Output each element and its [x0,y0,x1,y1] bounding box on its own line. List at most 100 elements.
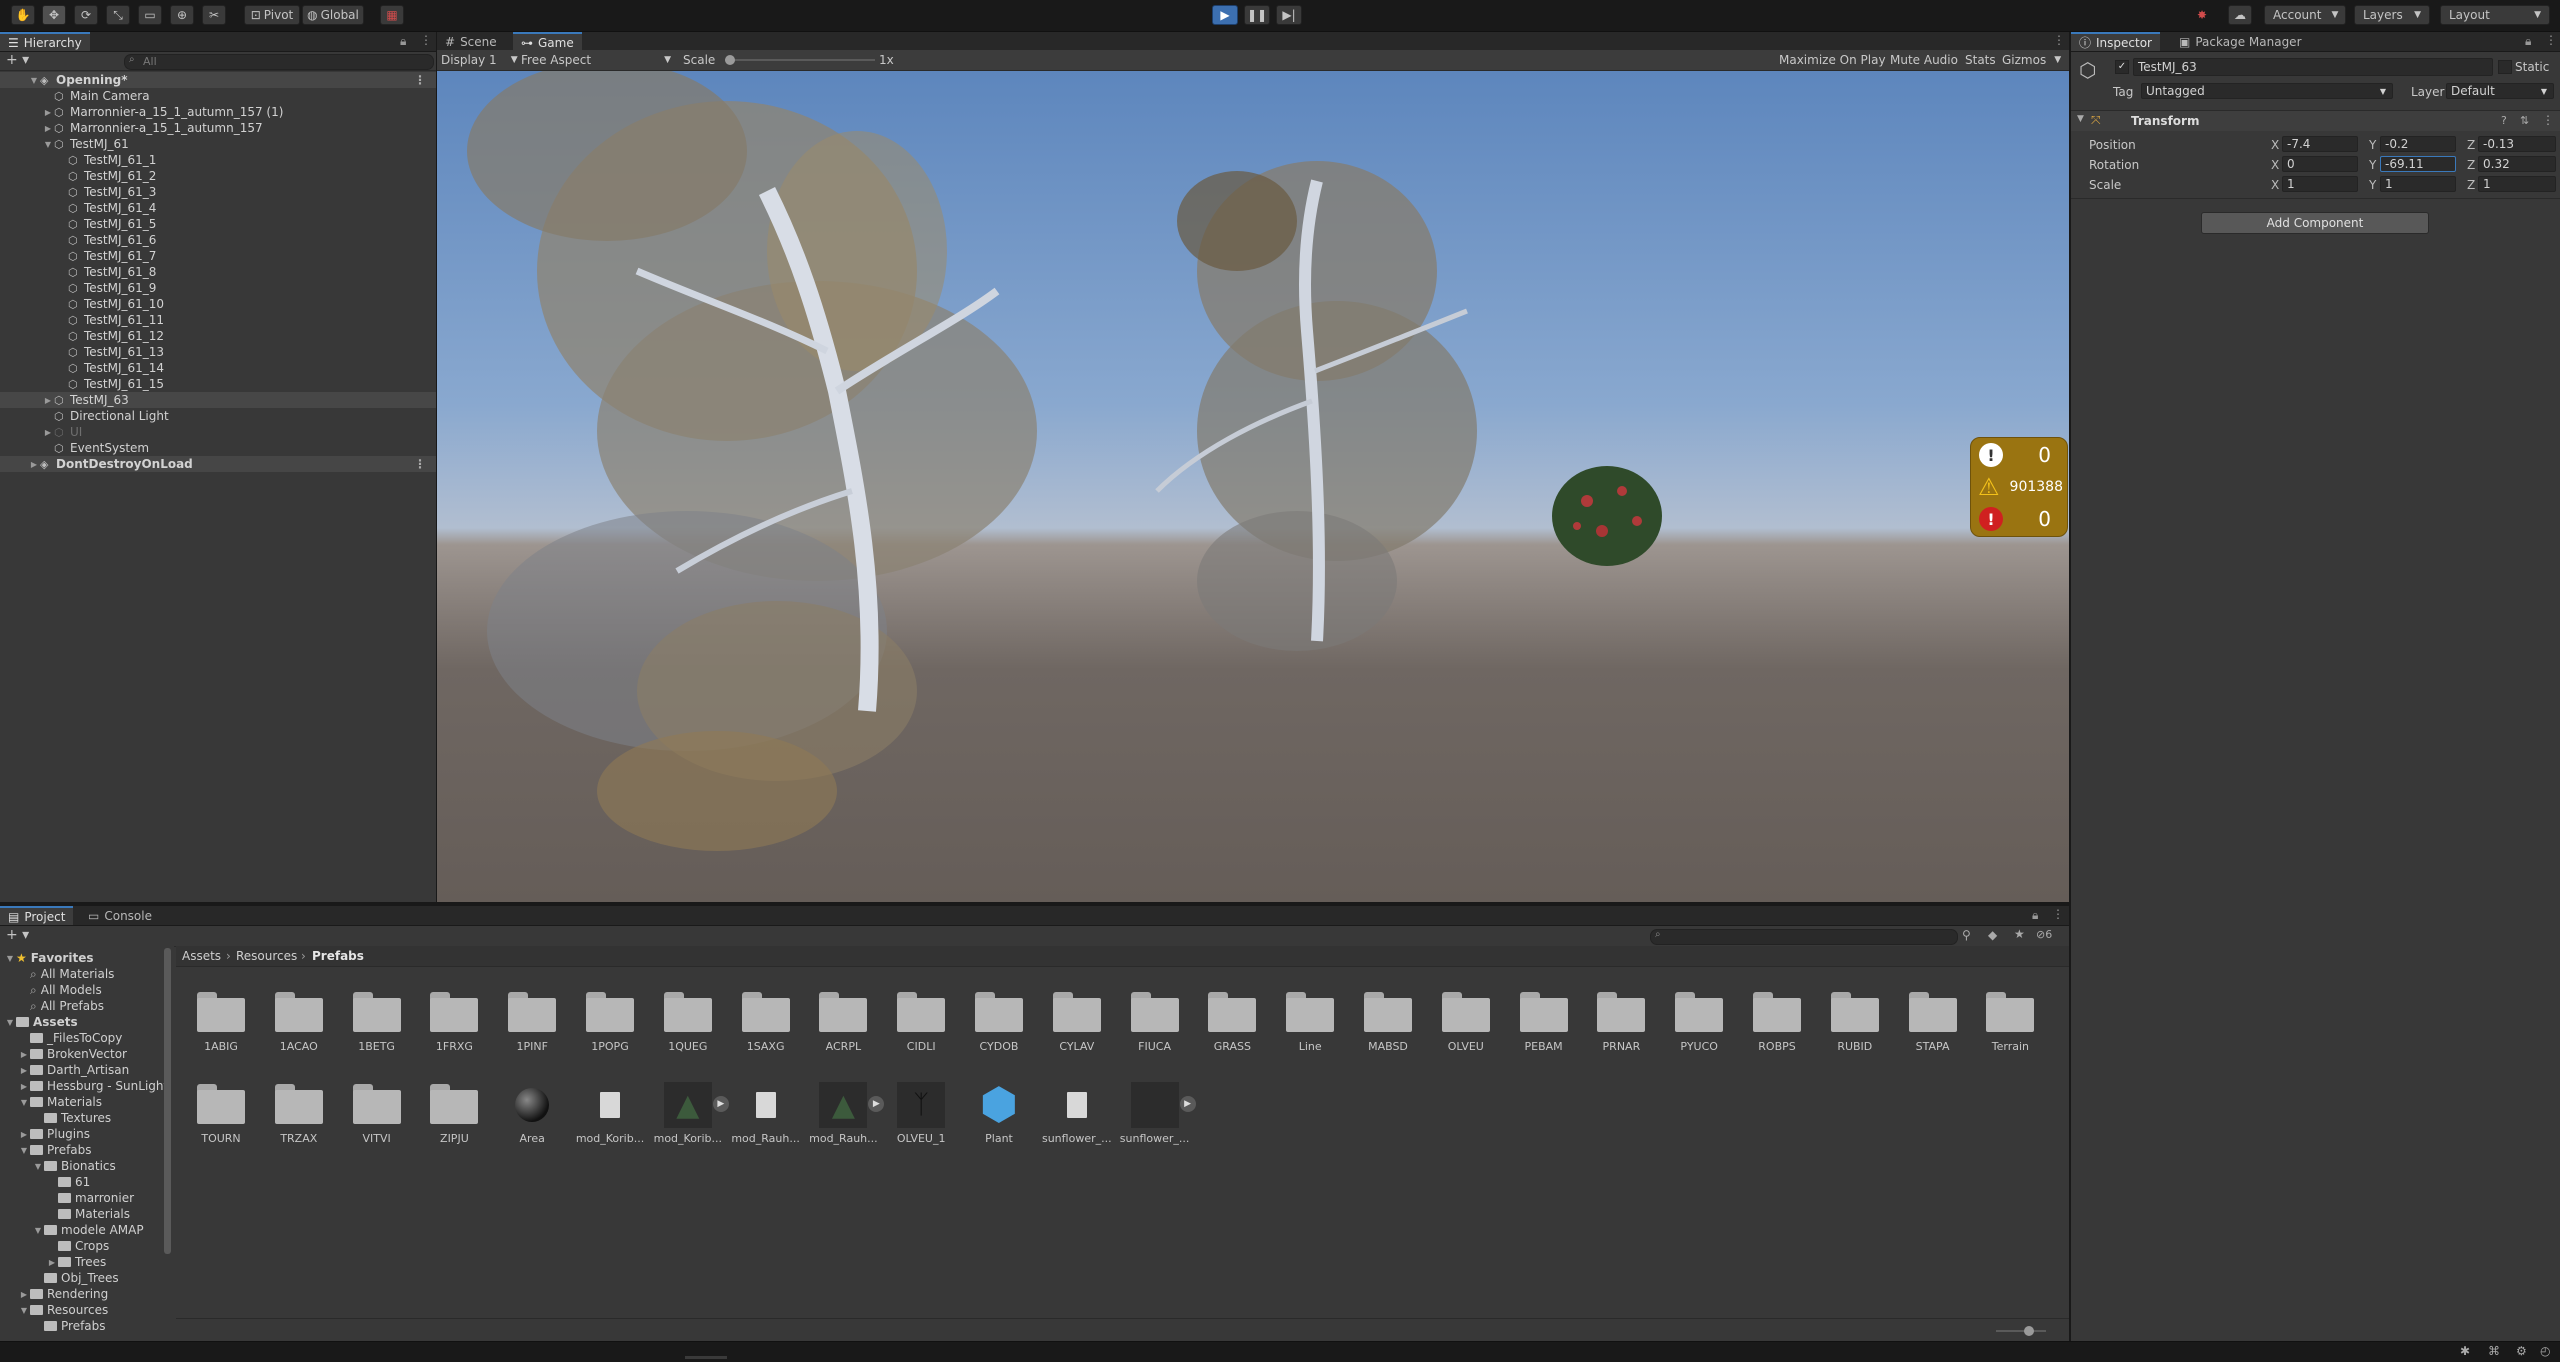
asset-folder[interactable]: ROBPS [1742,984,1812,1064]
preset-icon[interactable]: ⇅ [2520,114,2529,127]
lock-icon[interactable]: 🔒︎ [2032,908,2038,923]
step-button[interactable]: ▶| [1276,5,1302,25]
kebab-menu-icon[interactable]: ⋮ [2545,33,2557,47]
fold-down-icon[interactable]: ▼ [18,1098,30,1107]
project-tree-item[interactable]: Textures [32,1110,111,1126]
project-tree-item[interactable]: ▼ Materials [18,1094,102,1110]
project-tree-item[interactable]: ▶ BrokenVector [18,1046,127,1062]
tab-project[interactable]: ▤ Project [0,906,74,925]
asset-folder[interactable]: 1FRXG [419,984,489,1064]
scale-slider-thumb[interactable] [725,55,735,65]
hierarchy-item[interactable]: ⬡ TestMJ_61_10 [0,296,436,312]
asset-folder[interactable]: MABSD [1353,984,1423,1064]
grid-snap-icon[interactable]: ▦ [380,5,404,25]
asset-folder[interactable]: GRASS [1197,984,1267,1064]
stats-toggle[interactable]: Stats [1965,50,1996,70]
rotation-y-field[interactable]: -69.11 [2380,156,2456,172]
hidden-packages-icon[interactable]: ⊘6 [2036,928,2052,941]
play-button[interactable]: ▶ [1212,5,1238,25]
hierarchy-item[interactable]: ⬡ TestMJ_61_7 [0,248,436,264]
asset-item[interactable]: mod_Rauh... [731,1076,801,1156]
favorite-star-icon[interactable]: ★ [2014,927,2025,941]
expand-play-icon[interactable]: ▶ [1179,1096,1196,1112]
kebab-menu-icon[interactable]: ⋮ [2053,33,2065,47]
static-checkbox[interactable] [2498,60,2512,74]
hierarchy-item[interactable]: ⬡ TestMJ_61_11 [0,312,436,328]
transform-tool-icon[interactable]: ⊕ [170,5,194,25]
hierarchy-item[interactable]: ⬡ TestMJ_61_5 [0,216,436,232]
project-tree-item[interactable]: ▶ Darth_Artisan [18,1062,129,1078]
game-viewport[interactable] [437,71,2069,902]
tab-game[interactable]: ⊶ Game [513,32,582,51]
asset-item[interactable]: ▲ ▶ mod_Rauh... [808,1076,885,1156]
fold-right-icon[interactable]: ▶ [18,1066,30,1075]
project-tree-item[interactable]: 61 [46,1174,90,1190]
position-x-field[interactable]: -7.4 [2282,136,2358,152]
asset-folder[interactable]: CYDOB [964,984,1034,1064]
rect-tool-icon[interactable]: ▭ [138,5,162,25]
icon-size-slider[interactable] [1996,1326,2046,1336]
fold-right-icon[interactable]: ▶ [28,460,40,469]
hand-tool-icon[interactable]: ✋ [11,5,35,25]
hierarchy-item[interactable]: ⬡ EventSystem [0,440,436,456]
fold-right-icon[interactable]: ▶ [42,124,54,133]
project-tree-item[interactable]: _FilesToCopy [18,1030,122,1046]
hierarchy-item[interactable]: ⬡ TestMJ_61_2 [0,168,436,184]
rotate-tool-icon[interactable]: ⟳ [74,5,98,25]
asset-item[interactable]: ▶ sunflower_... [1120,1076,1196,1156]
debug-icon[interactable]: ✱ [2460,1344,2470,1358]
pause-button[interactable]: ❚❚ [1244,5,1270,25]
custom-tool-icon[interactable]: ✂ [202,5,226,25]
label-icon[interactable]: ◆ [1988,928,1997,942]
asset-folder[interactable]: 1BETG [342,984,412,1064]
project-tree-item[interactable]: ▼ modele AMAP [32,1222,144,1238]
tab-console[interactable]: ▭ Console [80,906,160,925]
project-tree-item[interactable]: ▶ Trees [46,1254,106,1270]
project-tree-item[interactable]: ▼ ★ Favorites [4,950,94,966]
move-tool-icon[interactable]: ✥ [42,5,66,25]
position-y-field[interactable]: -0.2 [2380,136,2456,152]
project-tree-item[interactable]: ⌕ All Models [18,982,102,998]
fold-down-icon[interactable]: ▼ [32,1226,44,1235]
asset-folder[interactable]: 1ABIG [186,984,256,1064]
project-tree-item[interactable]: Materials [46,1206,130,1222]
asset-folder[interactable]: RUBID [1820,984,1890,1064]
asset-folder[interactable]: ZIPJU [419,1076,489,1156]
asset-folder[interactable]: 1SAXG [731,984,801,1064]
add-icon[interactable]: + ▾ [6,927,29,943]
fold-right-icon[interactable]: ▶ [46,1258,58,1267]
hierarchy-item[interactable]: ⬡ TestMJ_61_6 [0,232,436,248]
pivot-toggle[interactable]: ⊡ Pivot [244,5,300,25]
active-checkbox[interactable]: ✓ [2115,60,2129,74]
asset-folder[interactable]: ACRPL [808,984,878,1064]
asset-folder[interactable]: FIUCA [1120,984,1190,1064]
fold-right-icon[interactable]: ▶ [18,1050,30,1059]
gizmos-dropdown[interactable]: Gizmos ▼ [2002,50,2061,70]
hierarchy-item[interactable]: ▶ ⬡ Marronnier-a_15_1_autumn_157 [0,120,436,136]
console-counter-overlay[interactable]: ! 0 ⚠ 901388 ! 0 [1970,437,2068,537]
project-tree-item[interactable]: Prefabs [32,1318,106,1334]
asset-folder[interactable]: 1POPG [575,984,645,1064]
asset-folder[interactable]: PYUCO [1664,984,1734,1064]
tree-scrollbar[interactable] [164,948,171,1254]
hierarchy-item[interactable]: ▼ ⬡ TestMJ_61 [0,136,436,152]
kebab-menu-icon[interactable]: ⋮ [414,73,426,87]
hierarchy-item[interactable]: ⬡ Directional Light [0,408,436,424]
hierarchy-item[interactable]: ⬡ TestMJ_61_14 [0,360,436,376]
breadcrumb-resources[interactable]: Resources [236,949,297,963]
project-tree-item[interactable]: ▼ Assets [4,1014,78,1030]
fold-right-icon[interactable]: ▶ [18,1290,30,1299]
asset-folder[interactable]: PRNAR [1586,984,1656,1064]
hierarchy-item[interactable]: ⬡ TestMJ_61_12 [0,328,436,344]
auto-generate-lighting-icon[interactable]: ⚙ [2516,1344,2527,1358]
progress-icon[interactable]: ◴ [2540,1344,2550,1358]
hierarchy-item[interactable]: ⬡ TestMJ_61_4 [0,200,436,216]
account-dropdown[interactable]: Account ▼ [2264,5,2346,25]
hierarchy-scene-row[interactable]: ▼ ◈ Openning* ⋮ [0,72,436,88]
hierarchy-item[interactable]: ⬡ TestMJ_61_9 [0,280,436,296]
asset-item[interactable]: sunflower_... [1042,1076,1112,1156]
hierarchy-item[interactable]: ▶ ⬡ TestMJ_63 [0,392,436,408]
maximize-on-play-toggle[interactable]: Maximize On Play [1779,50,1886,70]
tab-package-manager[interactable]: ▣ Package Manager [2171,32,2310,51]
asset-folder[interactable]: OLVEU [1431,984,1501,1064]
